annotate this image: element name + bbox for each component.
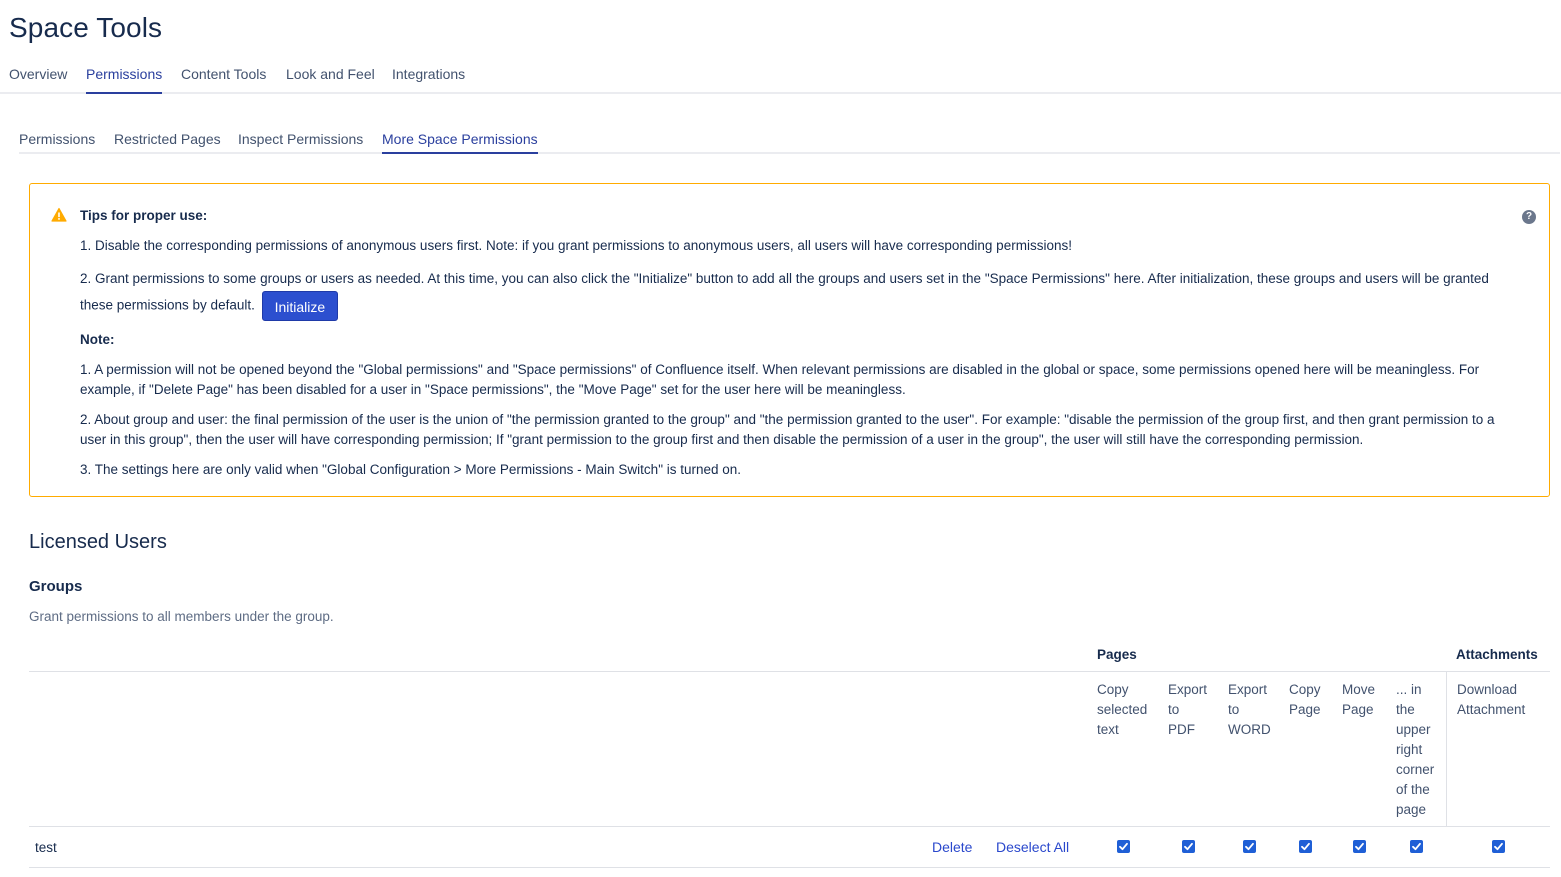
column-header-move-page: Move Page xyxy=(1342,680,1375,720)
column-group-pages: Pages xyxy=(1097,647,1137,662)
column-header-line: PDF xyxy=(1168,722,1195,737)
checkbox-copy-selected-text[interactable] xyxy=(1117,840,1130,853)
tab-overview[interactable]: Overview xyxy=(9,66,67,94)
column-header-line: WORD xyxy=(1228,722,1271,737)
column-header-line: Export xyxy=(1168,682,1208,697)
column-divider xyxy=(1446,672,1447,827)
groups-title: Groups xyxy=(29,578,83,595)
help-icon[interactable]: ? xyxy=(1522,210,1536,224)
column-header-line: Attachment xyxy=(1457,702,1526,717)
tab-look-and-feel[interactable]: Look and Feel xyxy=(286,66,375,94)
tab-integrations[interactable]: Integrations xyxy=(392,66,465,94)
licensed-users-title: Licensed Users xyxy=(29,531,167,553)
tip-item: 2. Grant permissions to some groups or u… xyxy=(80,266,1520,321)
checkmark-icon xyxy=(1245,842,1254,851)
column-header-line: Copy xyxy=(1289,682,1321,697)
column-header-line: Move xyxy=(1342,682,1376,697)
column-group-attachments: Attachments xyxy=(1456,647,1538,662)
tips-heading: Tips for proper use: xyxy=(80,208,208,223)
top-nav-tabs: Overview Permissions Content Tools Look … xyxy=(0,62,1561,94)
checkmark-icon xyxy=(1412,842,1421,851)
column-header-line: page xyxy=(1396,802,1427,817)
subtab-restricted-pages[interactable]: Restricted Pages xyxy=(114,131,221,154)
column-header-line: corner xyxy=(1396,762,1435,777)
table-group-header: Pages Attachments xyxy=(29,643,1550,672)
subtab-more-space-permissions[interactable]: More Space Permissions xyxy=(382,131,538,154)
note-heading: Note: xyxy=(80,332,115,347)
tab-permissions[interactable]: Permissions xyxy=(86,66,163,94)
tab-content-tools[interactable]: Content Tools xyxy=(181,66,266,94)
column-header-line: the xyxy=(1396,702,1415,717)
subtab-permissions[interactable]: Permissions xyxy=(19,131,95,154)
column-header-copy-selected-text: Copy selected text xyxy=(1097,680,1147,740)
column-header-download-attachment: Download Attachment xyxy=(1457,680,1525,720)
column-header-line: selected xyxy=(1097,702,1148,717)
warning-icon xyxy=(51,207,67,222)
checkmark-icon xyxy=(1355,842,1364,851)
checkmark-icon xyxy=(1494,842,1503,851)
tip-item: 1. Disable the corresponding permissions… xyxy=(80,238,1072,253)
column-header-line: Page xyxy=(1342,702,1374,717)
column-header-line: to xyxy=(1228,702,1240,717)
column-header-line: ... in xyxy=(1396,682,1422,697)
delete-link[interactable]: Delete xyxy=(932,839,972,855)
initialize-button[interactable]: Initialize xyxy=(261,291,339,321)
checkbox-upper-right-corner[interactable] xyxy=(1410,840,1423,853)
tips-panel: ? Tips for proper use: 1. Disable the co… xyxy=(29,183,1550,497)
column-header-export-to-word: Export to WORD xyxy=(1228,680,1271,740)
checkbox-copy-page[interactable] xyxy=(1299,840,1312,853)
column-header-copy-page: Copy Page xyxy=(1289,680,1321,720)
checkmark-icon xyxy=(1301,842,1310,851)
note-item: 3. The settings here are only valid when… xyxy=(80,462,742,477)
note-item: 2. About group and user: the final permi… xyxy=(80,412,1495,447)
column-header-line: text xyxy=(1097,722,1119,737)
checkbox-export-to-pdf[interactable] xyxy=(1182,840,1195,853)
checkbox-download-attachment[interactable] xyxy=(1492,840,1505,853)
column-header-line: Download xyxy=(1457,682,1518,697)
column-header-line: to xyxy=(1168,702,1180,717)
checkmark-icon xyxy=(1119,842,1128,851)
checkbox-export-to-word[interactable] xyxy=(1243,840,1256,853)
column-header-line: Page xyxy=(1289,702,1321,717)
page-title: Space Tools xyxy=(9,12,163,43)
column-header-line: Copy xyxy=(1097,682,1129,697)
subtab-inspect-permissions[interactable]: Inspect Permissions xyxy=(238,131,363,154)
group-name: test xyxy=(35,840,57,855)
checkbox-move-page[interactable] xyxy=(1353,840,1366,853)
column-header-line: of the xyxy=(1396,782,1430,797)
note-item: 1. A permission will not be opened beyon… xyxy=(80,362,1480,397)
sub-nav-tabs: Permissions Restricted Pages Inspect Per… xyxy=(19,128,1560,154)
column-header-line: right xyxy=(1396,742,1423,757)
column-header-export-to-pdf: Export to PDF xyxy=(1168,680,1207,740)
column-header-upper-right-corner: ... in the upper right corner of the page xyxy=(1396,680,1434,820)
groups-description: Grant permissions to all members under t… xyxy=(29,609,334,624)
deselect-all-link[interactable]: Deselect All xyxy=(996,839,1069,855)
column-header-line: upper xyxy=(1396,722,1431,737)
column-header-line: Export xyxy=(1228,682,1268,697)
tips-content: Tips for proper use: 1. Disable the corr… xyxy=(80,206,1520,490)
table-column-header: Copy selected text Export to PDF Export to WOR… xyxy=(29,672,1550,827)
table-row: test Delete Deselect All xyxy=(29,827,1550,868)
checkmark-icon xyxy=(1184,842,1193,851)
